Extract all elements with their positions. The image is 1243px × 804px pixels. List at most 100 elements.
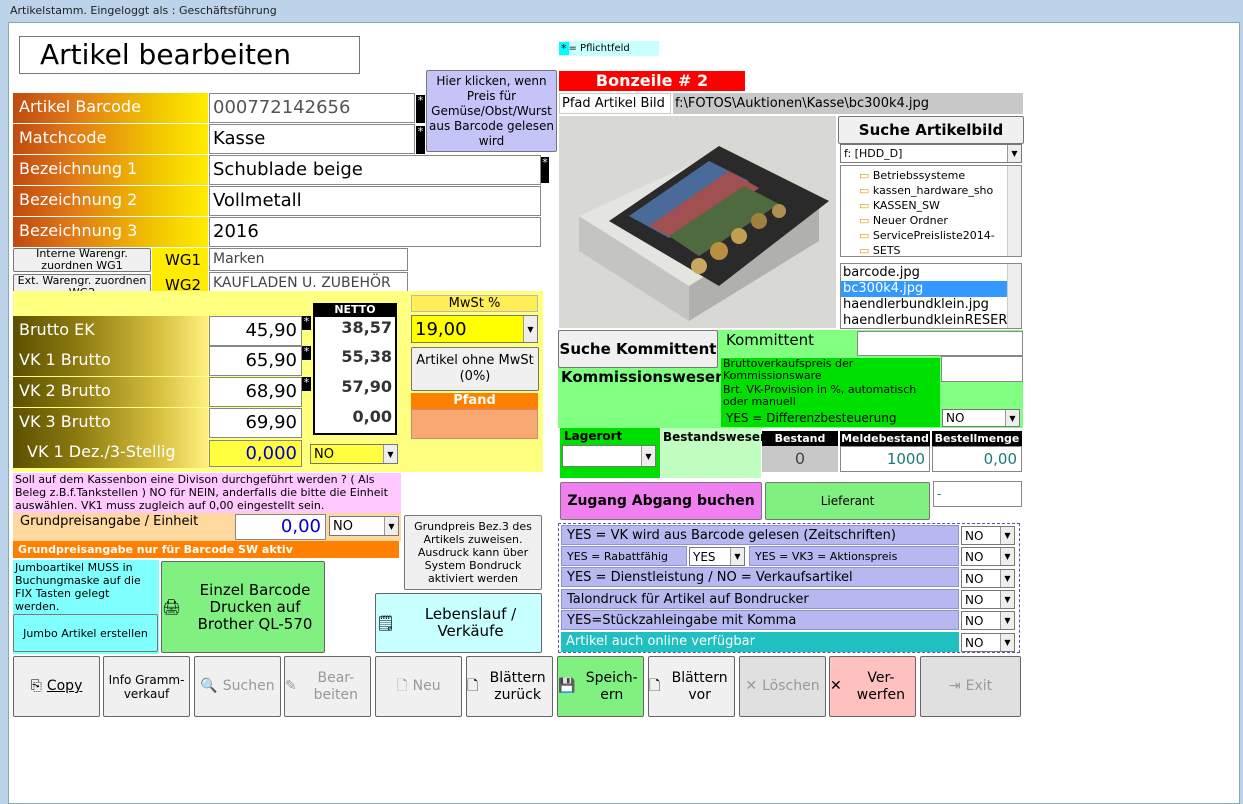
edit-icon: ✎ xyxy=(285,678,297,694)
dez-select[interactable]: NO ▼ xyxy=(310,444,398,464)
bestand-value: 0 xyxy=(762,446,838,472)
opt-rabatt-value: YES xyxy=(693,549,716,564)
bestandswesen-label: Bestandswesen xyxy=(663,430,769,444)
grundpreis-select[interactable]: NO ▼ xyxy=(329,516,399,536)
verwerfen-label: Ver-werfen xyxy=(856,669,905,703)
opt-rabatt-select[interactable]: YES ▼ xyxy=(689,547,745,566)
lieferant-input[interactable]: - xyxy=(933,481,1022,507)
diff-label: YES = Differenzbesteuerung xyxy=(721,410,940,427)
bez3-input[interactable]: 2016 xyxy=(209,217,541,247)
folder-icon: ▭ xyxy=(859,214,873,227)
vk1-input[interactable]: 65,90 xyxy=(209,346,302,376)
blaettern-vor-button[interactable]: 🗋 Blättern vor xyxy=(648,656,735,717)
lagerort-select[interactable]: ▼ xyxy=(562,445,656,467)
folder-item[interactable]: ▭ kassen_hardware_sho xyxy=(859,183,1021,198)
lebenslauf-button[interactable]: 🗒 Lebenslauf / Verkäufe xyxy=(375,593,542,653)
jumbo-create-button[interactable]: Jumbo Artikel erstellen xyxy=(13,614,158,652)
bearbeiten-label: Bear-beiten xyxy=(313,669,359,703)
mwst-select[interactable]: 19,00 ▼ xyxy=(411,315,538,343)
suche-artikelbild-button[interactable]: Suche Artikelbild xyxy=(838,116,1024,144)
pfand-input[interactable] xyxy=(411,409,538,439)
opt-dienstleistung-select[interactable]: NO ▼ xyxy=(961,569,1015,588)
blaettern-zurueck-button[interactable]: 🗋 Blättern zurück xyxy=(466,656,553,717)
folder-list[interactable]: ▭ Betriebssysteme ▭ kassen_hardware_sho ▭ … xyxy=(840,165,1022,257)
file-list[interactable]: barcode.jpg bc300k4.jpg haendlerbundklein.… xyxy=(840,263,1022,329)
zugang-abgang-button[interactable]: Zugang Abgang buchen xyxy=(560,482,762,520)
mwst-header: MwSt % xyxy=(411,295,538,312)
file-item[interactable]: bc300k4.jpg xyxy=(841,281,1007,297)
opt-online-select[interactable]: NO ▼ xyxy=(961,633,1015,652)
verwerfen-button[interactable]: ✕ Ver-werfen xyxy=(829,656,916,717)
folder-name: ServicePreisliste2014- xyxy=(872,229,995,242)
folder-item[interactable]: ▭ Neuer Ordner xyxy=(859,213,1021,228)
file-scrollbar[interactable] xyxy=(1007,264,1021,328)
suchen-button[interactable]: 🔍 Suchen xyxy=(194,656,281,717)
bruttovk-input[interactable] xyxy=(941,356,1023,382)
opt-aktion-select[interactable]: NO ▼ xyxy=(961,547,1015,566)
grundpreis-bez3-button[interactable]: Grundpreis Bez.3 des Artikels zuweisen. … xyxy=(404,515,542,590)
wg1-input[interactable]: Marken xyxy=(209,248,408,271)
kommission-heading: Kommissionswesen xyxy=(561,368,726,386)
opt-dienstleistung-label: YES = Dienstleistung / NO = Verkaufsarti… xyxy=(561,567,959,587)
wg1-assign-button[interactable]: Interne Warengr. zuordnen WG1 xyxy=(13,248,151,272)
opt-aktion-value: NO xyxy=(965,549,984,564)
bestellmenge-input[interactable]: 0,00 xyxy=(932,446,1022,472)
netto-ek-value: 38,57 xyxy=(341,318,392,337)
drive-select[interactable]: f: [HDD_D] ▼ xyxy=(840,144,1022,163)
meldebestand-input[interactable]: 1000 xyxy=(840,446,930,472)
kommittent-label: Kommittent xyxy=(726,331,815,349)
vk1-label: VK 1 Brutto xyxy=(13,346,208,376)
speichern-button[interactable]: 💾 Speich-ern xyxy=(557,656,644,717)
lieferant-button[interactable]: Lieferant xyxy=(765,482,930,520)
chevron-down-icon: ▼ xyxy=(1000,527,1014,544)
folder-scrollbar[interactable] xyxy=(1007,166,1021,256)
chevron-down-icon: ▼ xyxy=(1000,634,1014,651)
loeschen-button[interactable]: ✕ Löschen xyxy=(739,656,826,717)
file-item[interactable]: haendlerbundkleinRESERV xyxy=(841,313,1016,328)
vk3-input[interactable]: 69,90 xyxy=(209,408,302,438)
vk2-input[interactable]: 68,90 xyxy=(209,377,302,407)
blaettern-zurueck-label: Blättern zurück xyxy=(489,669,546,703)
folder-item[interactable]: ▭ KASSEN_SW xyxy=(859,198,1021,213)
matchcode-input[interactable]: Kasse xyxy=(209,124,415,154)
ohne-mwst-button[interactable]: Artikel ohne MwSt (0%) xyxy=(411,347,539,391)
file-item[interactable]: barcode.jpg xyxy=(841,265,1007,281)
exit-button[interactable]: ⇥ Exit xyxy=(920,656,1021,717)
barcode-price-hint-button[interactable]: Hier klicken, wenn Preis für Gemüse/Obst… xyxy=(426,70,557,152)
netto-vk2-value: 57,90 xyxy=(341,377,392,396)
brutto-ek-label: Brutto EK xyxy=(13,316,208,346)
grundpreis-input[interactable]: 0,00 xyxy=(235,514,326,540)
brutto-ek-input[interactable]: 45,90 xyxy=(209,316,302,346)
barcode-input[interactable]: 000772142656 xyxy=(209,93,415,123)
bez1-input[interactable]: Schublade beige xyxy=(209,155,541,185)
neu-button[interactable]: 🗋 Neu xyxy=(375,656,462,717)
opt-rabatt-label: YES = Rabattfähig xyxy=(561,546,687,566)
einzel-barcode-button[interactable]: 🖨 Einzel Barcode Drucken auf Brother QL-… xyxy=(161,561,325,653)
file-item[interactable]: haendlerbundklein.jpg xyxy=(841,297,1007,313)
exit-label: Exit xyxy=(965,678,993,694)
opt-talondruck-select[interactable]: NO ▼ xyxy=(961,590,1015,609)
speichern-label: Speich-ern xyxy=(585,669,638,703)
chevron-down-icon: ▼ xyxy=(1000,570,1014,587)
kommittent-input[interactable] xyxy=(857,331,1023,356)
folder-item[interactable]: ▭ Betriebssysteme xyxy=(859,168,1021,183)
bearbeiten-button[interactable]: ✎ Bear-beiten xyxy=(284,656,371,717)
suche-kommittent-button[interactable]: Suche Kommittent xyxy=(558,330,718,368)
opt-komma-select[interactable]: NO ▼ xyxy=(961,611,1015,630)
info-gramm-button[interactable]: Info Gramm-verkauf xyxy=(103,656,190,717)
copy-button[interactable]: ⎘ Copy xyxy=(13,656,100,717)
grundpreis-select-value: NO xyxy=(333,518,353,534)
opt-barcode-vk-select[interactable]: NO ▼ xyxy=(961,526,1015,545)
bez2-input[interactable]: Vollmetall xyxy=(209,186,541,216)
diff-select[interactable]: NO ▼ xyxy=(942,409,1020,427)
dez-input[interactable]: 0,000 xyxy=(209,440,302,467)
folder-item[interactable]: ▭ ServicePreisliste2014- xyxy=(859,228,1021,243)
page-forward-icon: 🗋 xyxy=(649,678,661,694)
folder-name: Neuer Ordner xyxy=(872,214,948,227)
lagerort-label: Lagerort xyxy=(564,429,623,443)
exit-icon: ⇥ xyxy=(948,678,961,694)
folder-icon: ▭ xyxy=(859,184,873,197)
bez3-label: Bezeichnung 3 xyxy=(13,217,208,247)
folder-item[interactable]: ▭ SETS xyxy=(859,243,1021,256)
matchcode-label: Matchcode xyxy=(13,124,208,154)
